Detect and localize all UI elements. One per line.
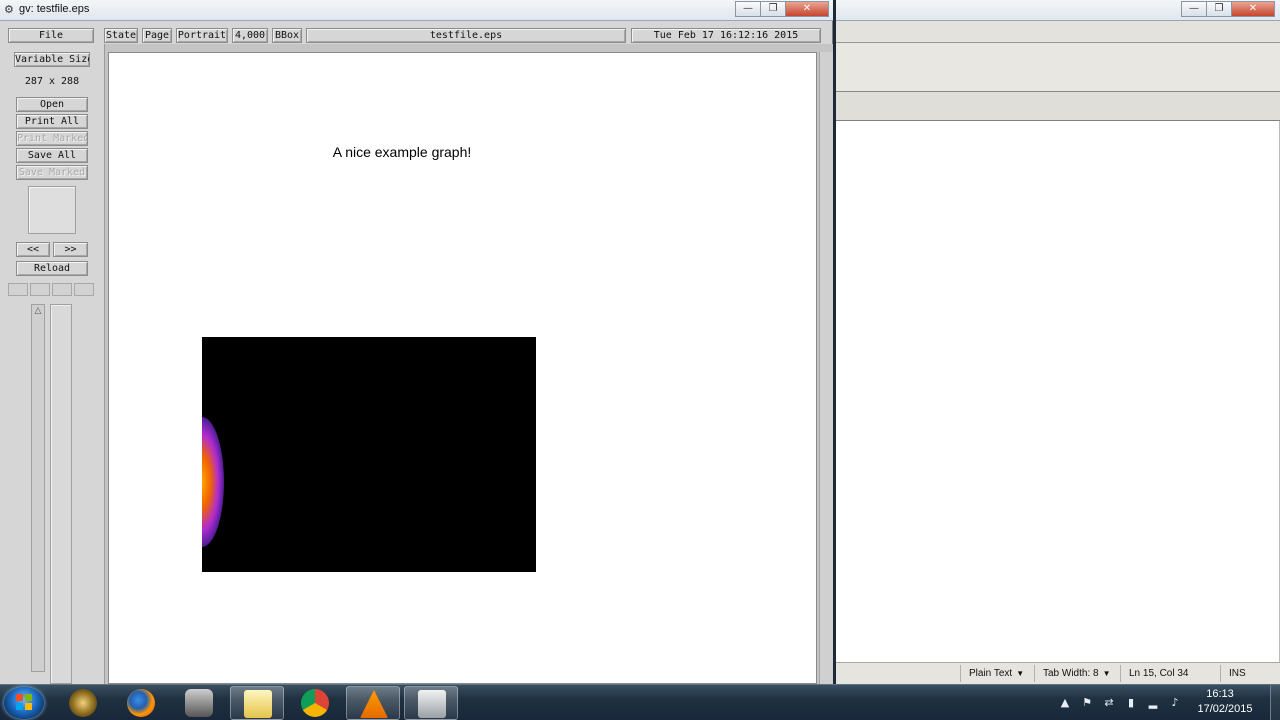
page-list-scrollbar[interactable] bbox=[31, 304, 45, 672]
language-selector[interactable]: Plain Text ▼ bbox=[960, 665, 1034, 682]
taskbar-chrome[interactable] bbox=[288, 686, 342, 720]
page-mark-toggle[interactable] bbox=[30, 283, 50, 296]
gv-window-controls: — ❐ ✕ bbox=[735, 1, 829, 18]
editor-titlebar[interactable]: — ❐ ✕ bbox=[836, 0, 1280, 21]
volume-muted-icon[interactable]: ♪ bbox=[1168, 696, 1182, 710]
chevron-down-icon: ▼ bbox=[1016, 669, 1025, 678]
taskbar-game-launcher[interactable] bbox=[56, 686, 110, 720]
print-marked-button: Print Marked bbox=[16, 131, 88, 146]
editor-toolbar bbox=[836, 43, 1280, 92]
page-dimensions-label: 287 x 288 bbox=[24, 76, 80, 87]
date-display: Tue Feb 17 16:12:16 2015 bbox=[631, 28, 821, 43]
battery-icon[interactable]: ▮ bbox=[1124, 696, 1138, 710]
editor-statusbar: Plain Text ▼ Tab Width: 8 ▼ Ln 15, Col 34 … bbox=[836, 662, 1280, 684]
start-button[interactable] bbox=[4, 687, 44, 719]
reload-button[interactable]: Reload bbox=[16, 261, 88, 276]
show-hidden-icons-icon[interactable]: ▲ bbox=[1058, 696, 1072, 710]
size-mode-button[interactable]: Variable Size bbox=[14, 52, 90, 67]
clock-date[interactable]: 17/02/2015 bbox=[1190, 703, 1260, 715]
next-page-button[interactable]: >> bbox=[53, 242, 88, 257]
taskbar-file-explorer[interactable] bbox=[230, 686, 284, 720]
print-all-button[interactable]: Print All bbox=[16, 114, 88, 129]
gv-window-title: gv: testfile.eps bbox=[19, 3, 90, 15]
cursor-position: Ln 15, Col 34 bbox=[1120, 665, 1220, 682]
game-launcher-icon bbox=[69, 689, 97, 717]
taskbar-xming[interactable] bbox=[404, 686, 458, 720]
gv-app-icon: ⚙ bbox=[4, 3, 14, 16]
graph-glow-feature bbox=[202, 417, 224, 547]
save-all-button[interactable]: Save All bbox=[16, 148, 88, 163]
language-label: Plain Text bbox=[969, 668, 1013, 679]
page-list[interactable] bbox=[50, 304, 72, 684]
tab-width-selector[interactable]: Tab Width: 8 ▼ bbox=[1034, 665, 1120, 682]
maximize-button[interactable]: ❐ bbox=[760, 1, 786, 17]
maximize-button[interactable]: ❐ bbox=[1206, 1, 1232, 17]
state-menu-button[interactable]: State bbox=[104, 28, 138, 43]
gv-titlebar[interactable]: ⚙ gv: testfile.eps — ❐ ✕ bbox=[0, 0, 833, 21]
previous-page-button[interactable]: << bbox=[16, 242, 50, 257]
clock-time[interactable]: 16:13 bbox=[1190, 688, 1250, 700]
scroll-up-arrow-icon[interactable]: △ bbox=[32, 305, 44, 318]
close-button[interactable]: ✕ bbox=[785, 1, 829, 17]
bbox-button[interactable]: BBox bbox=[272, 28, 302, 43]
taskbar-helmet-app[interactable] bbox=[172, 686, 226, 720]
page-preview-panner[interactable] bbox=[28, 186, 76, 234]
action-center-flag-icon[interactable]: ⚑ bbox=[1080, 696, 1094, 710]
folder-icon bbox=[244, 690, 272, 718]
document-page[interactable]: A nice example graph! bbox=[108, 52, 817, 684]
save-marked-button: Save Marked bbox=[16, 165, 88, 180]
taskbar-vlc[interactable] bbox=[346, 686, 400, 720]
editor-menubar bbox=[836, 21, 1280, 43]
minimize-button[interactable]: — bbox=[1181, 1, 1207, 17]
document-vertical-scrollbar[interactable] bbox=[819, 52, 833, 684]
editor-text-area[interactable] bbox=[836, 121, 1280, 662]
network-sync-icon[interactable]: ⇄ bbox=[1102, 696, 1116, 710]
editor-tabbar bbox=[836, 92, 1280, 121]
wifi-signal-icon[interactable]: ▂ bbox=[1146, 696, 1160, 710]
helmet-icon bbox=[185, 689, 213, 717]
page-menu-button[interactable]: Page bbox=[142, 28, 172, 43]
vlc-icon bbox=[360, 690, 388, 718]
insert-mode-indicator: INS bbox=[1220, 665, 1280, 682]
gv-window: ⚙ gv: testfile.eps — ❐ ✕ File State Page… bbox=[0, 0, 833, 684]
firefox-icon bbox=[127, 689, 155, 717]
tab-width-label: Tab Width: 8 bbox=[1043, 668, 1099, 679]
taskbar-firefox[interactable] bbox=[114, 686, 168, 720]
filename-display: testfile.eps bbox=[306, 28, 626, 43]
xming-icon bbox=[418, 690, 446, 718]
editor-window: — ❐ ✕ Plain Text ▼ Tab Width: 8 ▼ Ln 15, C… bbox=[836, 0, 1280, 684]
chevron-down-icon: ▼ bbox=[1102, 669, 1111, 678]
graph-image bbox=[202, 337, 536, 572]
taskbar: ▲ ⚑ ⇄ ▮ ▂ ♪ bbox=[0, 684, 1280, 720]
page-mark-toggle[interactable] bbox=[8, 283, 28, 296]
page-mark-toggle[interactable] bbox=[74, 283, 94, 296]
orientation-button[interactable]: Portrait bbox=[176, 28, 228, 43]
windows-logo-icon bbox=[16, 694, 32, 710]
scale-button[interactable]: 4,000 bbox=[232, 28, 268, 43]
graph-title: A nice example graph! bbox=[332, 144, 472, 160]
page-mark-toggle[interactable] bbox=[52, 283, 72, 296]
chrome-icon bbox=[301, 689, 329, 717]
open-button[interactable]: Open bbox=[16, 97, 88, 112]
editor-window-controls: — ❐ ✕ bbox=[1181, 1, 1275, 18]
close-button[interactable]: ✕ bbox=[1231, 1, 1275, 17]
minimize-button[interactable]: — bbox=[735, 1, 761, 17]
show-desktop-button[interactable] bbox=[1270, 685, 1280, 720]
file-menu-button[interactable]: File bbox=[8, 28, 94, 43]
